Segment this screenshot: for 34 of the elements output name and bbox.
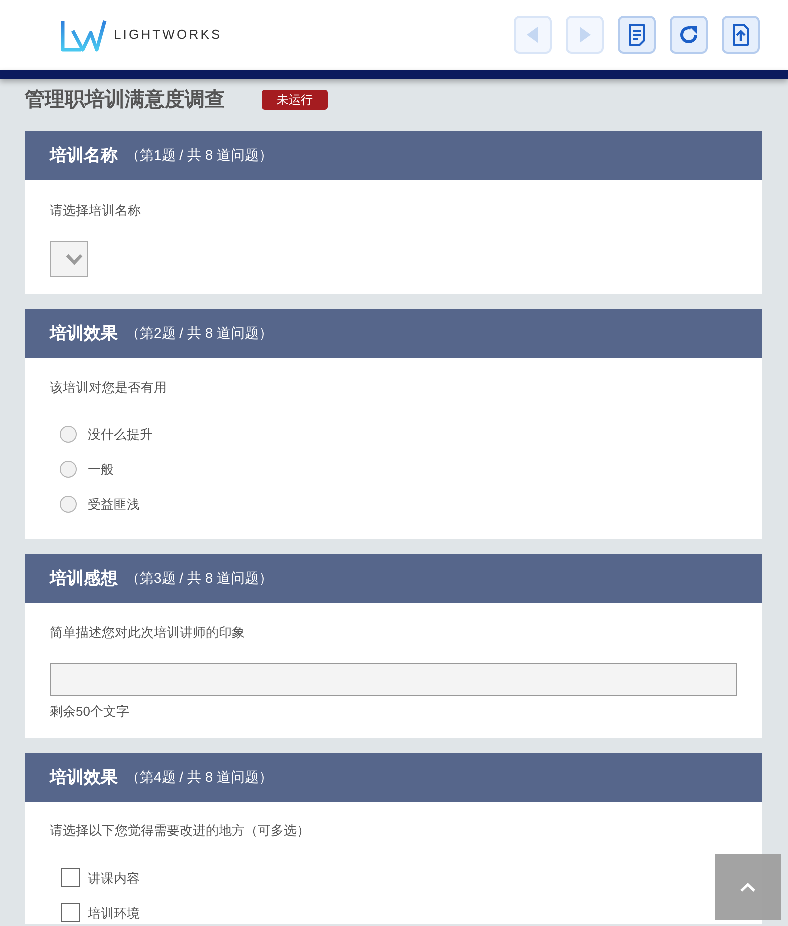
question-counter: （第2题 / 共 8 道问题） [126, 324, 274, 343]
question-prompt: 请选择培训名称 [50, 202, 142, 220]
question-title: 培训效果 [50, 766, 118, 789]
refresh-button[interactable] [670, 16, 708, 54]
chevron-down-icon [66, 254, 83, 264]
radio-label: 受益匪浅 [88, 496, 140, 514]
checkbox-label: 讲课内容 [88, 870, 140, 888]
question-prompt: 请选择以下您觉得需要改进的地方（可多选） [50, 822, 311, 840]
logo-text: LIGHTWORKS [114, 26, 222, 44]
export-button[interactable] [722, 16, 760, 54]
question-counter: （第3题 / 共 8 道问题） [126, 569, 274, 588]
question-counter: （第1题 / 共 8 道问题） [126, 146, 274, 165]
select-field[interactable] [50, 241, 88, 277]
radio-label: 没什么提升 [88, 426, 153, 444]
question-title: 培训效果 [50, 322, 118, 345]
checkbox[interactable] [61, 868, 80, 887]
question-counter: （第4题 / 共 8 道问题） [126, 768, 274, 787]
logo-icon [61, 18, 107, 52]
chevron-up-icon [740, 882, 756, 892]
radio-button[interactable] [60, 460, 77, 478]
radio-button[interactable] [60, 496, 77, 512]
document-button[interactable] [618, 16, 656, 54]
question-prompt: 该培训对您是否有用 [50, 379, 168, 397]
character-counter: 剩余50个文字 [50, 703, 130, 721]
question-title: 培训感想 [50, 568, 118, 590]
question-prompt: 简单描述您对此次培训讲师的印象 [50, 624, 246, 642]
checkbox[interactable] [61, 903, 80, 922]
question-title: 培训名称 [50, 144, 118, 167]
radio-button[interactable] [60, 426, 77, 442]
radio-label: 一般 [88, 461, 114, 480]
survey-title: 管理职培训满意度调查 [25, 88, 225, 113]
text-input-field[interactable] [50, 663, 737, 696]
status-badge: 未运行 [262, 90, 328, 110]
checkbox-label: 培训环境 [88, 905, 140, 924]
